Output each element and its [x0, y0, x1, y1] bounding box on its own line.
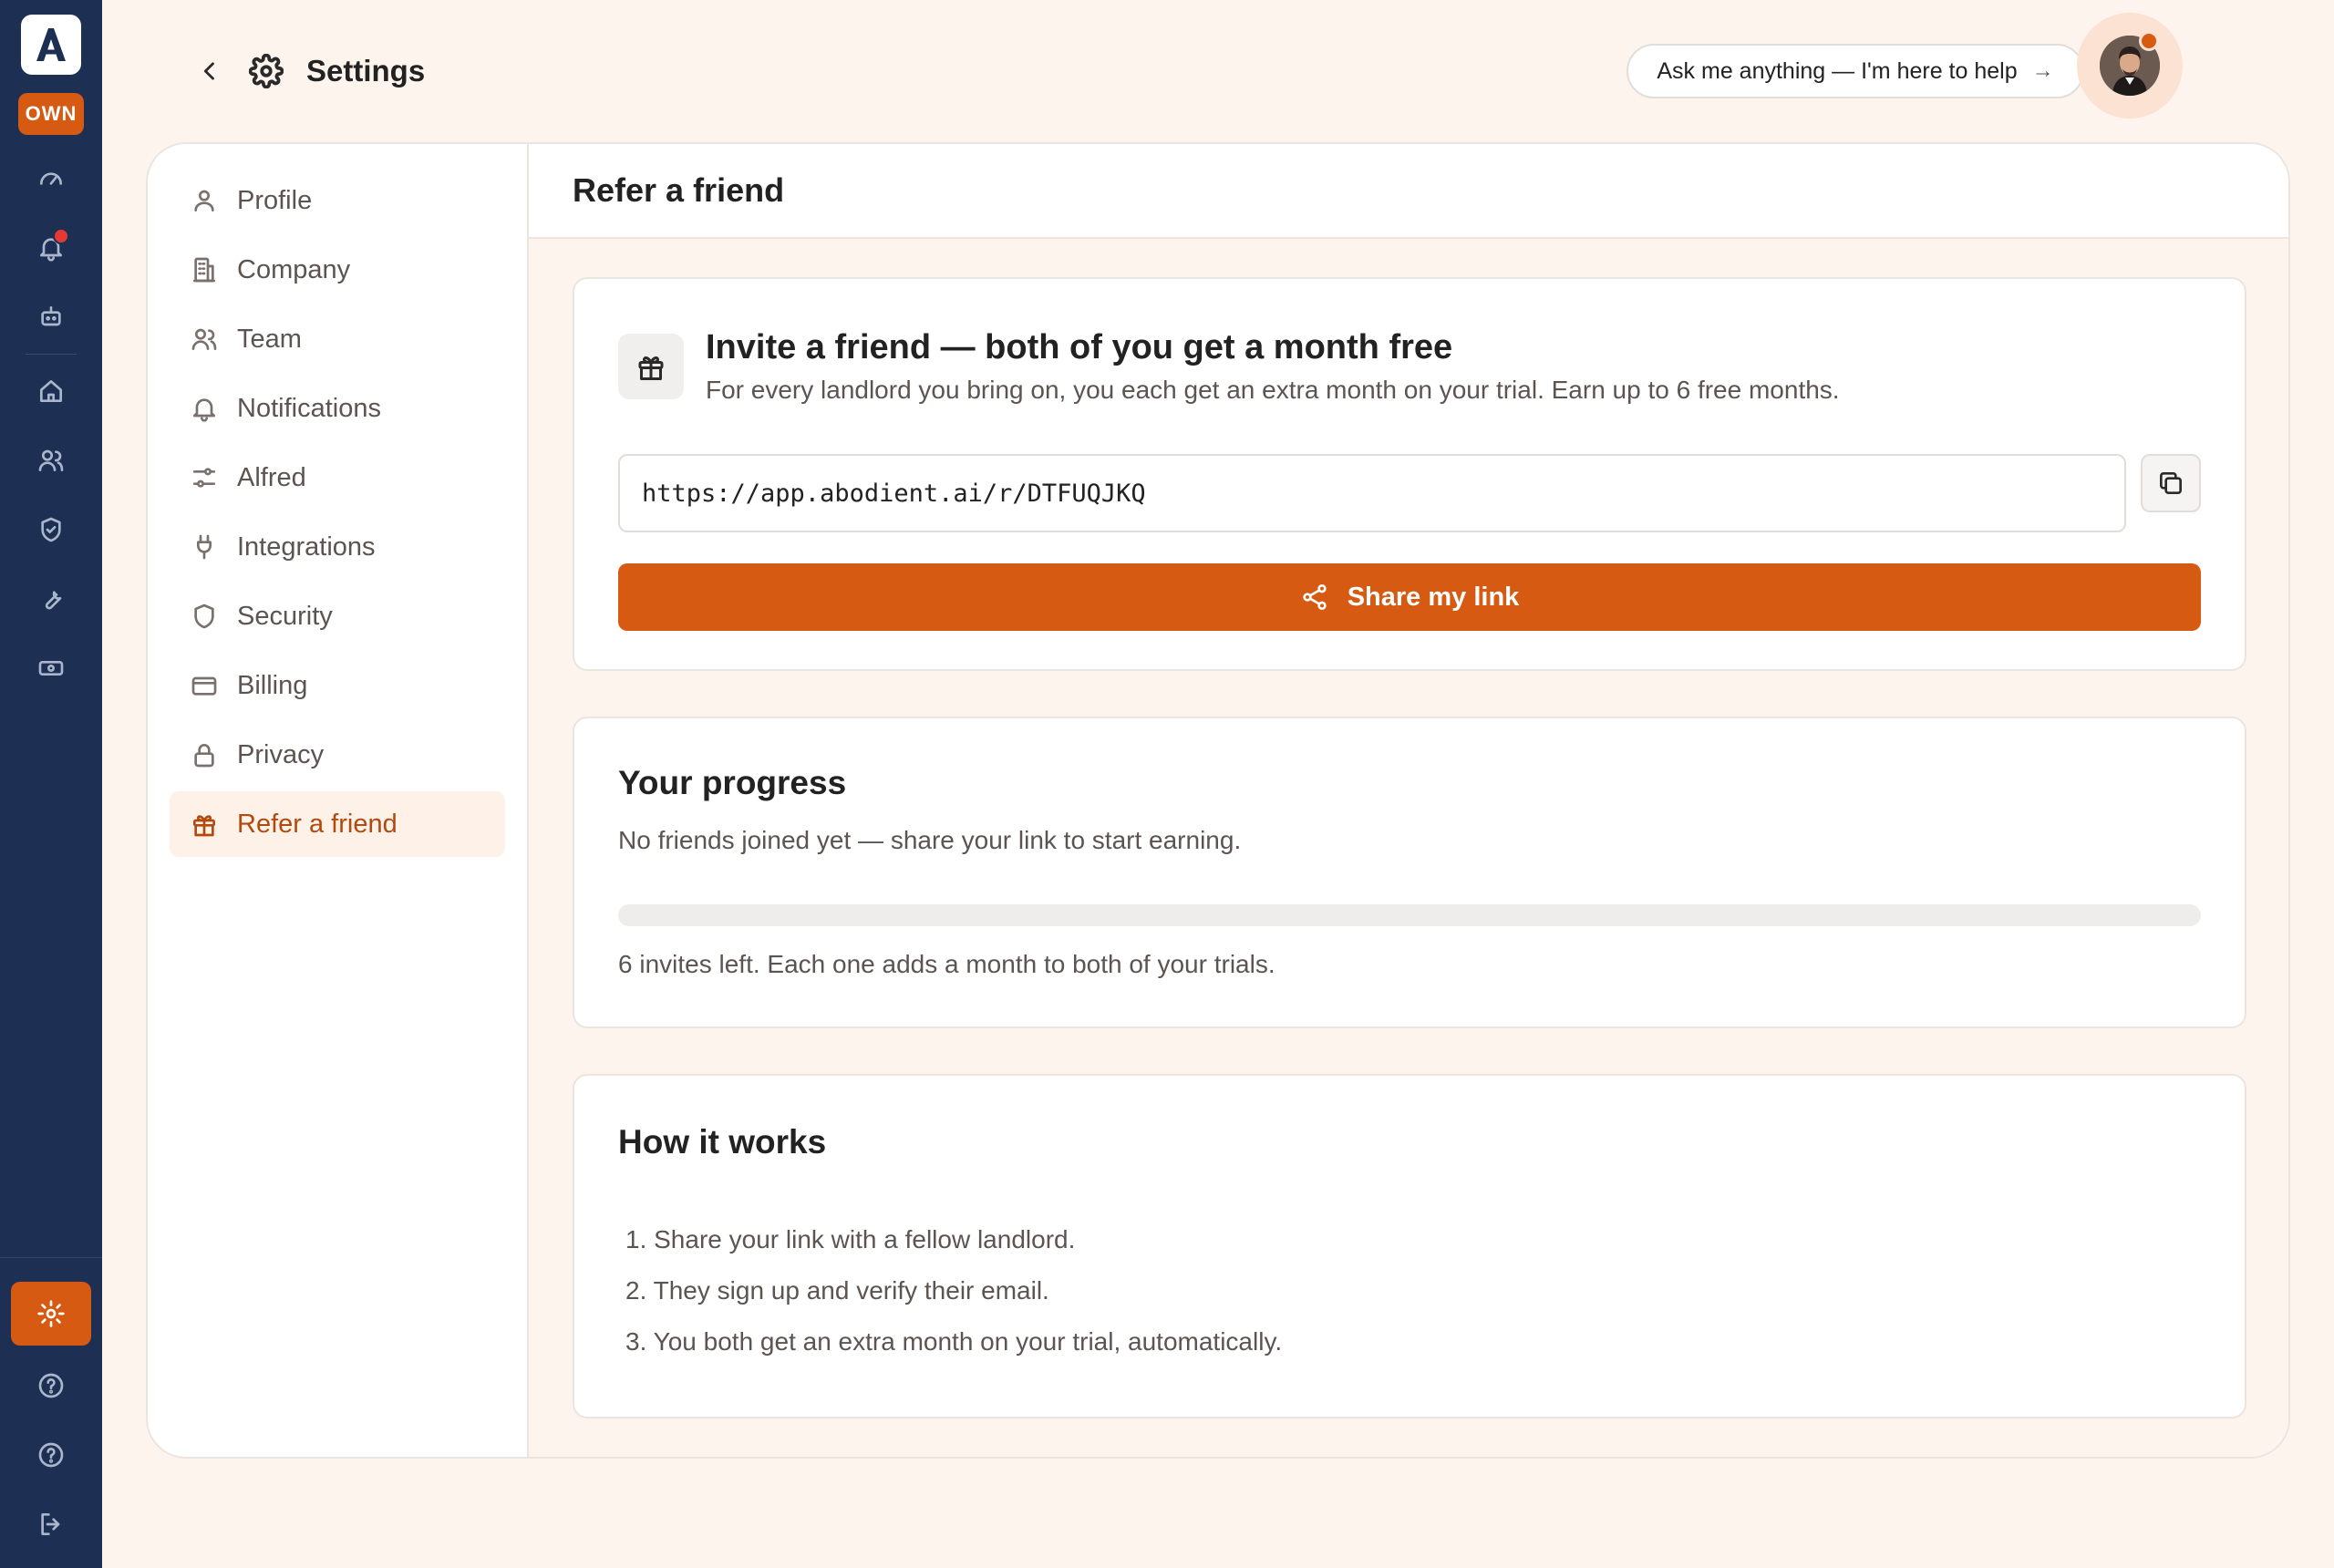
sidebar-item-integrations[interactable]: Integrations [170, 514, 505, 580]
invite-panel: Invite a friend — both of you get a mont… [573, 277, 2246, 671]
bell-icon[interactable] [24, 221, 78, 275]
sidebar-item-team[interactable]: Team [170, 306, 505, 372]
content-header: Refer a friend [529, 144, 2288, 239]
sidebar-item-label: Security [237, 601, 333, 631]
referral-link-field[interactable]: https://app.abodient.ai/r/DTFUQJKQ [618, 454, 2126, 532]
how-title: How it works [618, 1123, 827, 1161]
list-item: 3. You both get an extra month on your t… [625, 1327, 1283, 1356]
sidebar-item-label: Notifications [237, 393, 381, 423]
section-title: Refer a friend [573, 171, 785, 209]
team-icon [191, 328, 217, 350]
gift-icon [618, 334, 684, 399]
invite-title: Invite a friend — both of you get a mont… [706, 328, 1453, 366]
lock-icon [194, 744, 214, 768]
cash-icon[interactable] [24, 641, 78, 696]
list-item: 2. They sign up and verify their email. [625, 1276, 1049, 1305]
sidebar-item-privacy[interactable]: Privacy [170, 722, 505, 788]
app-logo[interactable] [21, 15, 81, 75]
invite-subtitle: For every landlord you bring on, you eac… [706, 376, 1840, 404]
bell-icon [193, 398, 215, 422]
status-badge [2139, 31, 2159, 51]
notification-dot [53, 228, 69, 244]
sidebar-item-company[interactable]: Company [170, 237, 505, 303]
help-icon[interactable] [24, 1358, 78, 1413]
share-link-button[interactable]: Share my link [618, 563, 2201, 631]
ask-label: Ask me anything — I'm here to help [1657, 57, 2018, 84]
shield-icon [194, 603, 214, 629]
gear-icon [246, 51, 286, 91]
back-button[interactable] [191, 53, 228, 89]
settings-content: Refer a friend Invite a friend — both of… [529, 144, 2288, 1457]
wrench-icon[interactable] [24, 572, 78, 626]
settings-card: Profile Company Team Notifications Alfre… [146, 142, 2290, 1459]
user-icon [194, 190, 214, 211]
sidebar-item-label: Team [237, 324, 302, 354]
page-title: Settings [306, 54, 426, 88]
robot-icon[interactable] [24, 290, 78, 345]
card-icon [191, 676, 217, 696]
gift-icon [193, 815, 215, 837]
share-label: Share my link [1347, 582, 1520, 612]
sidebar-item-billing[interactable]: Billing [170, 653, 505, 718]
user-avatar-button[interactable] [2077, 13, 2183, 119]
sliders-icon [193, 468, 215, 488]
rail-bottom [0, 1257, 102, 1568]
sidebar-item-label: Company [237, 254, 351, 284]
list-item: 1. Share your link with a fellow landlor… [625, 1225, 1076, 1253]
gauge-icon[interactable] [24, 151, 78, 206]
own-badge[interactable]: OWN [18, 93, 84, 135]
settings-sidebar: Profile Company Team Notifications Alfre… [148, 144, 529, 1457]
steps-list: 1. Share your link with a fellow landlor… [625, 1214, 1282, 1367]
plug-icon [197, 534, 212, 560]
invites-left-note: 6 invites left. Each one adds a month to… [618, 950, 1275, 978]
logo-a-icon [36, 28, 66, 61]
sidebar-item-label: Integrations [237, 531, 376, 562]
how-it-works-panel: How it works 1. Share your link with a f… [573, 1074, 2246, 1418]
sidebar-item-label: Refer a friend [237, 809, 398, 839]
copy-link-button[interactable] [2141, 454, 2201, 512]
share-icon [1303, 584, 1327, 610]
progress-panel: Your progress No friends joined yet — sh… [573, 717, 2246, 1028]
ask-assistant-button[interactable]: Ask me anything — I'm here to help → [1627, 44, 2084, 98]
sidebar-item-label: Profile [237, 185, 313, 215]
sidebar-item-label: Privacy [237, 739, 325, 769]
gear-icon [37, 1300, 65, 1327]
sidebar-item-profile[interactable]: Profile [170, 168, 505, 233]
sidebar-item-security[interactable]: Security [170, 583, 505, 649]
sidebar-item-notifications[interactable]: Notifications [170, 376, 505, 441]
users-icon[interactable] [24, 433, 78, 488]
building-icon [193, 257, 215, 283]
logout-icon[interactable] [24, 1497, 78, 1552]
rail-divider [26, 354, 77, 355]
progress-bar [618, 904, 2201, 926]
sidebar-item-label: Billing [237, 670, 308, 700]
settings-nav-button[interactable] [11, 1282, 91, 1346]
copy-icon [2160, 472, 2182, 494]
sidebar-item-alfred[interactable]: Alfred [170, 445, 505, 511]
progress-status: No friends joined yet — share your link … [618, 826, 1242, 854]
progress-title: Your progress [618, 764, 847, 801]
chevron-left-icon [203, 62, 214, 80]
app-rail: OWN [0, 0, 102, 1568]
help-icon[interactable] [24, 1428, 78, 1482]
home-icon[interactable] [24, 364, 78, 418]
shield-check-icon[interactable] [24, 502, 78, 557]
sidebar-item-label: Alfred [237, 462, 306, 492]
arrow-right-icon: → [2031, 58, 2054, 83]
sidebar-item-refer-a-friend[interactable]: Refer a friend [170, 791, 505, 857]
